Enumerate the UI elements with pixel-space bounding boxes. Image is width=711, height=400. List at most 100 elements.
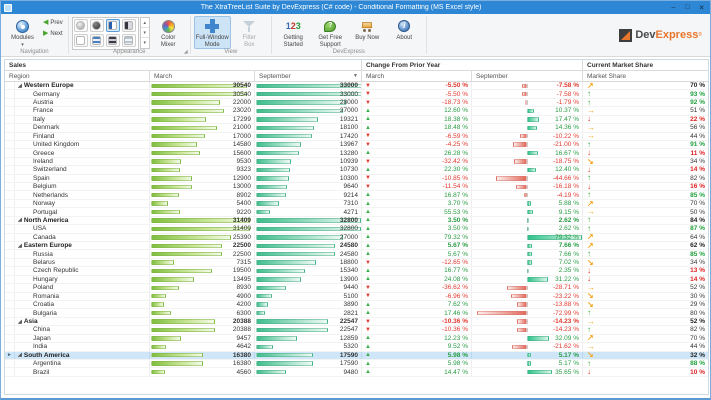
change-september-cell[interactable]: -4.19 % [472,191,583,199]
sales-march-cell[interactable]: 6300 [150,309,255,317]
sales-september-cell[interactable]: 18800 [255,258,362,267]
column-header-march[interactable]: March [150,71,255,81]
sales-march-cell[interactable]: 13495 [150,275,255,284]
region-cell[interactable]: ◢ Eastern Europe [15,242,150,250]
region-cell[interactable]: Bulgaria [15,309,150,317]
change-september-cell[interactable]: -21.00 % [472,140,583,149]
tree-row[interactable]: Belarus 7315 18800 ▼ -12.65 % 7.02 % ↘ 34 % [5,258,708,268]
change-march-cell[interactable]: ▼ -5.50 % [362,90,472,98]
change-march-cell[interactable]: ▲ 9.52 % [362,343,472,351]
market-share-cell[interactable]: ↑ 80 % [583,309,708,316]
region-cell[interactable]: India [15,343,150,351]
tree-row[interactable]: United Kingdom 14580 13967 ▼ -4.25 % -21.00 %… [5,140,708,150]
sales-september-cell[interactable]: 5320 [255,343,362,351]
column-header-change-september[interactable]: September [472,71,583,81]
sales-september-cell[interactable]: 22547 [255,326,362,334]
change-september-cell[interactable]: 7.66 % [472,250,583,258]
change-march-cell[interactable]: ▲ 18.38 % [362,115,472,124]
tree-row[interactable]: Croatia 4200 3890 ▲ 7.62 % -13.88 % ↘ 29 % [5,300,708,310]
market-share-cell[interactable]: ↗ 64 % [583,234,708,241]
tree-row[interactable]: Russia 22500 24580 ▲ 5.67 % 7.66 % ↑ 85 % [5,250,708,259]
tree-row[interactable]: Ireland 9530 10939 ▼ -32.42 % -18.75 % ↘ 34 % [5,157,708,167]
gallery-dropdown-button[interactable]: ▾ [141,38,149,48]
band-sales[interactable]: Sales [5,60,362,70]
sales-march-cell[interactable]: 22000 [150,98,255,107]
change-september-cell[interactable]: -18.75 % [472,157,583,166]
change-september-cell[interactable]: 16.67 % [472,149,583,157]
market-share-cell[interactable]: ↑ 85 % [583,191,708,198]
change-september-cell[interactable]: 9.15 % [472,208,583,216]
prev-button[interactable]: ◀ Prev [43,19,63,26]
sales-september-cell[interactable]: 32800 [255,225,362,233]
expand-icon[interactable]: ◢ [18,352,22,358]
change-march-cell[interactable]: ▲ 14.47 % [362,368,472,376]
tree-row[interactable]: ◢ Asia 20388 22547 ▼ -10.36 % -14.23 % → 52 % [5,317,708,327]
tree-row[interactable]: Austria 22000 28000 ▼ -18.73 % -1.79 % ↑ 92 % [5,98,708,108]
close-button[interactable]: ✕ [695,2,708,13]
sales-march-cell[interactable]: 4560 [150,368,255,376]
change-september-cell[interactable]: 35.65 % [472,368,583,376]
change-september-cell[interactable]: -10.22 % [472,132,583,140]
tree-row[interactable]: Germany 30540 33000 ▼ -5.50 % -7.58 % ↑ 93 % [5,90,708,99]
market-share-cell[interactable]: → 56 % [583,124,708,131]
color-mixer-button[interactable]: Color Mixer [150,16,187,49]
market-share-cell[interactable]: ↑ 82 % [583,326,708,333]
sales-march-cell[interactable]: 15600 [150,149,255,157]
market-share-cell[interactable]: ↓ 11 % [583,149,708,156]
sales-march-cell[interactable]: 12900 [150,174,255,183]
change-september-cell[interactable]: 5.17 % [472,351,583,359]
sales-september-cell[interactable]: 9640 [255,183,362,191]
full-window-mode-button[interactable]: Full-Window Mode [193,16,231,49]
about-button[interactable]: i About [386,16,423,43]
sales-march-cell[interactable]: 17000 [150,132,255,140]
tree-row[interactable]: Norway 5400 7310 ▲ 3.70 % 5.88 % ↗ 70 % [5,199,708,209]
tree-row[interactable]: ◢ Eastern Europe 22500 24580 ▲ 5.67 % 7.66 % ↗ 6… [5,242,708,251]
market-share-cell[interactable]: → 44 % [583,343,708,350]
region-cell[interactable]: Greece [15,149,150,157]
sales-march-cell[interactable]: 5400 [150,199,255,208]
change-march-cell[interactable]: ▼ -6.96 % [362,292,472,300]
column-header-september[interactable]: September ▼ [255,71,362,81]
market-share-cell[interactable]: ↑ 91 % [583,141,708,148]
sales-september-cell[interactable]: 33000 [255,90,362,98]
market-share-cell[interactable]: ↘ 34 % [583,259,708,266]
market-share-cell[interactable]: ↗ 62 % [583,242,708,249]
market-share-cell[interactable]: ↓ 14 % [583,276,708,283]
tree-row[interactable]: Switzerland 9323 10730 ▲ 22.30 % 12.40 % ↓ 14 % [5,166,708,175]
modules-button[interactable]: Modules ▾ [4,16,41,49]
skin-thumb[interactable] [89,19,104,32]
change-september-cell[interactable]: 12.40 % [472,166,583,174]
sales-march-cell[interactable]: 16380 [150,351,255,359]
sales-september-cell[interactable]: 3890 [255,300,362,309]
tree-row[interactable]: ◢ North America 31400 32800 ▲ 3.50 % 2.62 % ↑ 84… [5,216,708,226]
sales-march-cell[interactable]: 4900 [150,292,255,300]
sales-september-cell[interactable]: 13900 [255,275,362,284]
skin-thumb[interactable] [121,19,136,32]
change-september-cell[interactable]: 79.32 % [472,233,583,242]
sales-march-cell[interactable]: 9530 [150,157,255,166]
tree-row[interactable]: Netherlands 8902 9214 ▲ 16.87 % -4.19 % ↑ 85 % [5,191,708,200]
change-march-cell[interactable]: ▼ -11.54 % [362,183,472,191]
tree-row[interactable]: Spain 12900 10300 ▼ -10.85 % -44.66 % ↑ 82 % [5,174,708,184]
sales-march-cell[interactable]: 8930 [150,284,255,292]
tree-row[interactable]: Argentina 16380 17590 ▲ 5.98 % 5.17 % ↑ 88 % [5,359,708,369]
getting-started-button[interactable]: 123 Getting Started [275,16,312,49]
sales-september-cell[interactable]: 12859 [255,334,362,343]
band-current-market-share[interactable]: Current Market Share [583,60,708,70]
skin-thumb-selected[interactable] [105,19,120,32]
sales-september-cell[interactable]: 9480 [255,368,362,376]
change-march-cell[interactable]: ▲ 12.60 % [362,107,472,115]
region-cell[interactable]: Austria [15,98,150,107]
market-share-cell[interactable]: → 52 % [583,318,708,325]
sales-september-cell[interactable]: 19321 [255,115,362,124]
change-september-cell[interactable]: 2.35 % [472,267,583,275]
tree-row[interactable]: Romania 4900 5100 ▼ -6.96 % -23.22 % ↘ 30 % [5,292,708,301]
sales-september-cell[interactable]: 5100 [255,292,362,300]
tree-row[interactable]: ◢ Western Europe 30540 33000 ▼ -5.50 % -7.58 %… [5,82,708,91]
change-march-cell[interactable]: ▲ 16.77 % [362,267,472,275]
change-september-cell[interactable]: -72.99 % [472,309,583,317]
change-september-cell[interactable]: 17.47 % [472,115,583,124]
sales-march-cell[interactable]: 30540 [150,90,255,98]
change-march-cell[interactable]: ▲ 12.23 % [362,334,472,343]
market-share-cell[interactable]: ↓ 14 % [583,166,708,173]
